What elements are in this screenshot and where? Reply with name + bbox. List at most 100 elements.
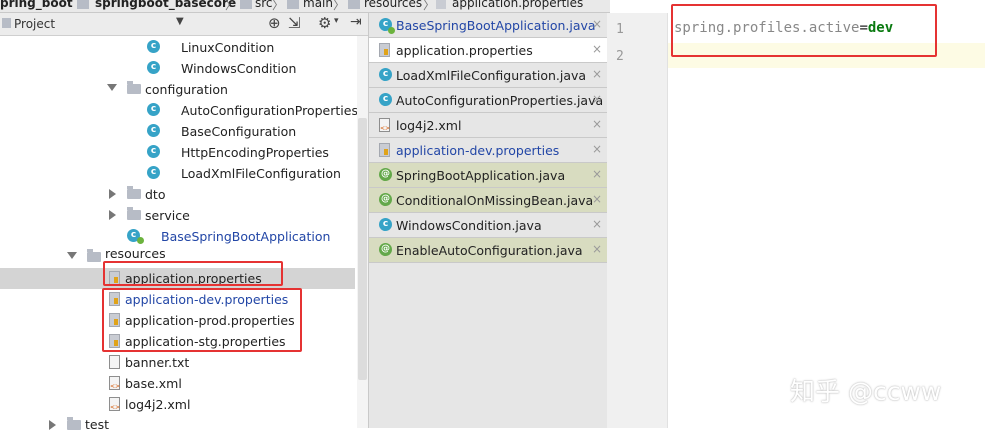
tree-item-base-xml[interactable]: base.xml <box>0 373 355 394</box>
editor-tab-list: c BaseSpringBootApplication.java × appli… <box>368 13 608 428</box>
breadcrumb-item-src[interactable]: src <box>255 0 273 10</box>
text-file-icon <box>109 355 120 369</box>
collapse-arrow-icon[interactable] <box>109 189 116 199</box>
breadcrumb-item-file[interactable]: application.properties <box>452 0 583 10</box>
breadcrumb-item-project[interactable]: pring_boot <box>0 0 73 10</box>
breadcrumb-separator: 〉 <box>225 0 238 12</box>
tree-item-log4j2-xml[interactable]: log4j2.xml <box>0 394 355 415</box>
close-icon[interactable]: × <box>592 117 602 131</box>
tab-autoconfigurationproperties[interactable]: c AutoConfigurationProperties.java × <box>369 88 607 113</box>
class-icon: c <box>379 68 392 81</box>
project-tree: c LinuxCondition c WindowsCondition conf… <box>0 36 358 432</box>
folder-icon <box>87 249 101 262</box>
tree-scrollbar-thumb[interactable] <box>358 118 367 380</box>
code-editor[interactable] <box>668 13 985 428</box>
tree-item-label: WindowsCondition <box>181 61 297 76</box>
close-icon[interactable]: × <box>592 92 602 106</box>
collapse-icon[interactable]: ⇲ <box>288 14 301 32</box>
tree-item-autoconfigurationproperties[interactable]: c AutoConfigurationProperties <box>0 100 358 121</box>
annotation-icon: @ <box>379 168 392 181</box>
tree-item-baseconfiguration[interactable]: c BaseConfiguration <box>0 121 355 142</box>
tab-label: log4j2.xml <box>396 118 462 133</box>
project-toolbar: Project ▼ ⊕ ⇲ ⚙ ▾ ⇥ <box>0 13 368 36</box>
tab-loadxmlfileconfiguration[interactable]: c LoadXmlFileConfiguration.java × <box>369 63 607 88</box>
tab-conditionalonmissingbean[interactable]: @ ConditionalOnMissingBean.java × <box>369 188 607 213</box>
close-icon[interactable]: × <box>592 217 602 231</box>
tree-item-httpencodingproperties[interactable]: c HttpEncodingProperties <box>0 142 355 163</box>
tree-item-label: configuration <box>145 82 228 97</box>
tab-log4j2-xml[interactable]: log4j2.xml × <box>369 113 607 138</box>
tab-label: ConditionalOnMissingBean.java <box>396 193 594 208</box>
tab-label: AutoConfigurationProperties.java <box>396 93 604 108</box>
tab-label: application.properties <box>396 43 533 58</box>
line-number: 1 <box>616 22 624 37</box>
tree-item-dto[interactable]: dto <box>0 184 355 205</box>
class-icon: c <box>379 93 392 106</box>
close-icon[interactable]: × <box>592 167 602 181</box>
class-icon: c <box>379 218 392 231</box>
tab-basespringbootapplication[interactable]: c BaseSpringBootApplication.java × <box>369 13 607 38</box>
properties-icon <box>379 143 390 157</box>
tree-item-label: banner.txt <box>125 355 190 370</box>
tree-item-loadxmlfileconfiguration[interactable]: c LoadXmlFileConfiguration <box>0 163 355 184</box>
tree-item-label: dto <box>145 187 166 202</box>
tab-enableautoconfiguration[interactable]: @ EnableAutoConfiguration.java × <box>369 238 607 263</box>
tree-item-label: HttpEncodingProperties <box>181 145 329 160</box>
tab-label: application-dev.properties <box>396 143 560 158</box>
tree-item-service[interactable]: service <box>0 205 355 226</box>
breadcrumb-item-resources[interactable]: resources <box>364 0 422 10</box>
expand-arrow-icon[interactable] <box>107 84 117 91</box>
close-icon[interactable]: × <box>592 17 602 31</box>
folder-icon <box>287 0 299 9</box>
collapse-arrow-icon[interactable] <box>49 420 56 430</box>
close-icon[interactable]: × <box>592 242 602 256</box>
editor-gutter: 1 2 <box>607 13 668 428</box>
tree-item-label: base.xml <box>125 376 182 391</box>
close-icon[interactable]: × <box>592 67 602 81</box>
tab-springbootapplication[interactable]: @ SpringBootApplication.java × <box>369 163 607 188</box>
project-panel-title[interactable]: Project <box>14 17 55 31</box>
tree-item-label: LinuxCondition <box>181 40 275 55</box>
close-icon[interactable]: × <box>592 192 602 206</box>
project-icon <box>2 18 11 28</box>
annotation-icon: @ <box>379 193 392 206</box>
tab-windowscondition[interactable]: c WindowsCondition.java × <box>369 213 607 238</box>
tree-item-windowscondition[interactable]: c WindowsCondition <box>0 58 355 79</box>
tree-item-linuxcondition[interactable]: c LinuxCondition <box>0 37 355 58</box>
breadcrumb-separator: 〉 <box>423 0 436 12</box>
package-icon <box>127 207 141 220</box>
tree-item-label: test <box>85 417 110 432</box>
tab-label: BaseSpringBootApplication.java <box>396 18 596 33</box>
collapse-arrow-icon[interactable] <box>109 210 116 220</box>
breadcrumb-item-module[interactable]: springboot_basecore <box>95 0 236 10</box>
breadcrumb: pring_boot springboot_basecore 〉 src 〉 m… <box>0 0 610 13</box>
tree-item-label: log4j2.xml <box>125 397 191 412</box>
tab-label: EnableAutoConfiguration.java <box>396 243 583 258</box>
class-icon: c <box>147 145 160 158</box>
folder-icon <box>240 0 252 9</box>
tree-item-configuration[interactable]: configuration <box>0 79 355 100</box>
module-icon <box>77 0 89 9</box>
close-icon[interactable]: × <box>592 42 602 56</box>
expand-arrow-icon[interactable] <box>67 252 77 259</box>
tree-item-label: BaseSpringBootApplication <box>161 229 331 244</box>
tab-application-properties[interactable]: application.properties × <box>369 38 607 63</box>
tree-item-test[interactable]: test <box>0 415 355 436</box>
tab-application-dev-properties[interactable]: application-dev.properties × <box>369 138 607 163</box>
class-icon: c <box>147 103 160 116</box>
gear-icon[interactable]: ⚙ <box>318 14 331 32</box>
class-icon: c <box>147 40 160 53</box>
xml-file-icon <box>109 376 120 390</box>
gear-dropdown-icon[interactable]: ▾ <box>334 16 339 26</box>
breadcrumb-item-main[interactable]: main <box>303 0 333 10</box>
breadcrumb-separator: 〉 <box>333 0 346 12</box>
hide-icon[interactable]: ⇥ <box>350 14 362 30</box>
properties-icon <box>436 0 446 9</box>
chevron-down-icon[interactable]: ▼ <box>176 16 184 27</box>
target-icon[interactable]: ⊕ <box>268 14 281 32</box>
highlight-box-application-properties <box>103 261 283 286</box>
tree-item-basespringbootapplication[interactable]: c BaseSpringBootApplication <box>0 226 355 247</box>
watermark: 知乎 @ccww <box>790 377 942 406</box>
tree-item-banner-txt[interactable]: banner.txt <box>0 352 355 373</box>
close-icon[interactable]: × <box>592 142 602 156</box>
